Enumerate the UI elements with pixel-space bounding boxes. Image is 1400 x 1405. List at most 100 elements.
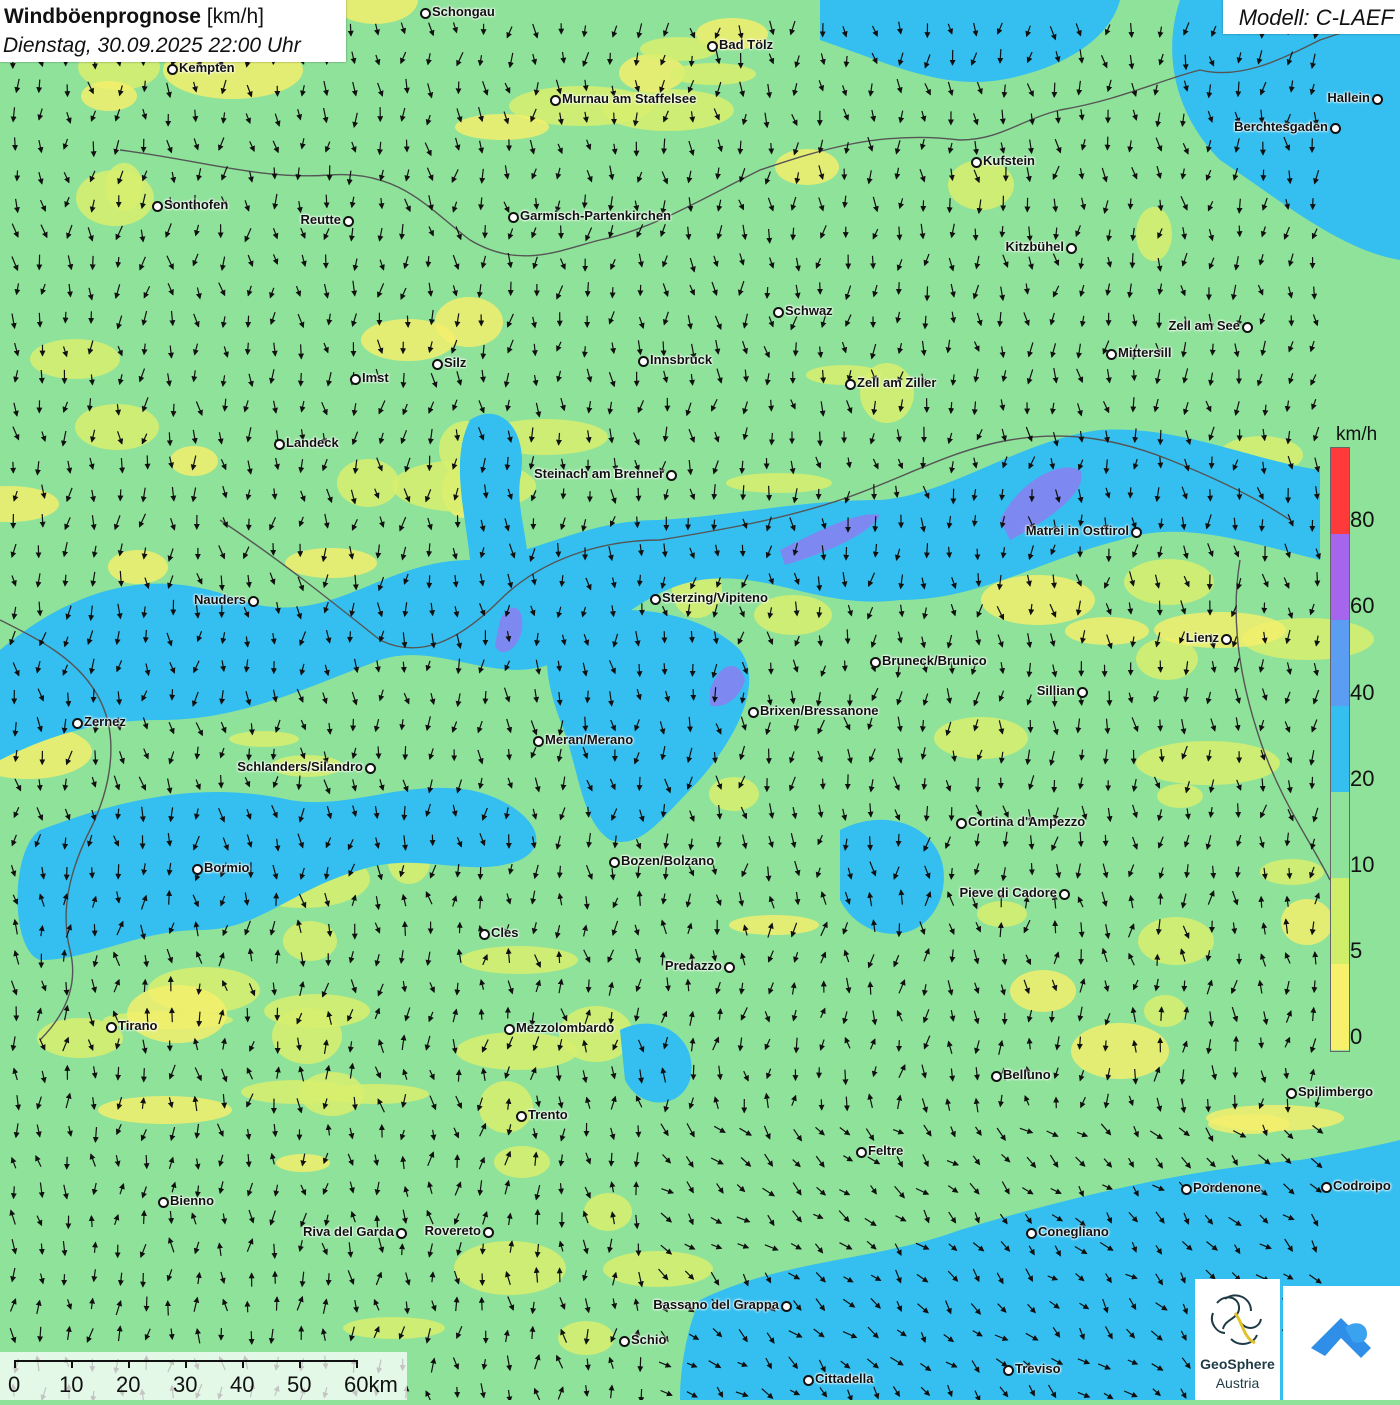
city-marker[interactable]: [274, 439, 285, 450]
city-marker[interactable]: [72, 718, 83, 729]
city-marker[interactable]: [1003, 1365, 1014, 1376]
wind-arrow: [637, 517, 638, 528]
city-marker[interactable]: [1242, 322, 1253, 333]
low-wind-patch: [1138, 917, 1214, 965]
city-marker[interactable]: [781, 1301, 792, 1312]
city-marker[interactable]: [619, 1336, 630, 1347]
city-marker[interactable]: [1372, 94, 1383, 105]
city-marker[interactable]: [1286, 1088, 1297, 1099]
wind-arrow: [173, 404, 174, 416]
city-marker[interactable]: [483, 1227, 494, 1238]
low-wind-patch: [229, 731, 299, 747]
city-marker[interactable]: [533, 736, 544, 747]
city-marker[interactable]: [773, 307, 784, 318]
low-wind-patch: [1124, 559, 1214, 605]
wind-arrow: [950, 198, 951, 212]
city-marker[interactable]: [748, 707, 759, 718]
city-marker[interactable]: [991, 1071, 1002, 1082]
city-marker[interactable]: [158, 1197, 169, 1208]
city-marker[interactable]: [504, 1024, 515, 1035]
wind-arrow: [845, 1070, 846, 1085]
city-label: Pordenone: [1193, 1180, 1261, 1195]
city-marker[interactable]: [845, 379, 856, 390]
geosphere-logo[interactable]: GeoSphere Austria: [1195, 1279, 1280, 1400]
city-marker[interactable]: [365, 763, 376, 774]
low-wind-patch: [455, 114, 549, 140]
city-marker[interactable]: [420, 8, 431, 19]
wind-arrow: [1134, 370, 1135, 380]
city-marker[interactable]: [971, 157, 982, 168]
app-logo[interactable]: [1283, 1286, 1400, 1400]
legend-tick-label: 40: [1350, 680, 1374, 706]
wind-arrow: [1287, 1099, 1288, 1112]
city-marker[interactable]: [609, 857, 620, 868]
city-marker[interactable]: [550, 95, 561, 106]
wind-arrow: [823, 779, 824, 789]
legend-tick-label: 60: [1350, 593, 1374, 619]
low-wind-patch: [558, 1321, 614, 1355]
wind-arrow: [485, 691, 486, 704]
map-title: Windböenprognose [km/h]: [4, 5, 264, 29]
city-marker[interactable]: [1181, 1184, 1192, 1195]
city-marker[interactable]: [1077, 687, 1088, 698]
city-label: Landeck: [286, 435, 339, 450]
legend-tick-label: 80: [1350, 507, 1374, 533]
wind-arrow: [1317, 572, 1318, 586]
city-marker[interactable]: [1066, 243, 1077, 254]
city-marker[interactable]: [724, 962, 735, 973]
scale-tick: [356, 1360, 358, 1368]
wind-arrow: [17, 170, 18, 180]
low-wind-patch: [343, 1317, 445, 1339]
wind-arrow: [977, 549, 978, 560]
logo-line1: GeoSphere: [1195, 1356, 1280, 1372]
city-marker[interactable]: [432, 359, 443, 370]
city-marker[interactable]: [350, 374, 361, 385]
city-marker[interactable]: [638, 356, 649, 367]
scale-label: 60km: [344, 1372, 398, 1398]
city-marker[interactable]: [856, 1147, 867, 1158]
wind-arrow: [378, 746, 379, 758]
city-label: Tirano: [118, 1018, 158, 1033]
wind-arrow: [975, 229, 976, 240]
city-marker[interactable]: [479, 929, 490, 940]
wind-arrow: [1054, 780, 1055, 792]
city-marker[interactable]: [1221, 634, 1232, 645]
city-marker[interactable]: [343, 216, 354, 227]
scale-tick: [242, 1360, 244, 1368]
city-marker[interactable]: [956, 818, 967, 829]
city-marker[interactable]: [248, 596, 259, 607]
city-marker[interactable]: [1059, 889, 1070, 900]
city-label: Bormio: [204, 860, 250, 875]
city-marker[interactable]: [1106, 349, 1117, 360]
wind-arrow: [146, 1297, 147, 1311]
city-label: Meran/Merano: [545, 732, 633, 747]
city-marker[interactable]: [870, 657, 881, 668]
wind-arrow: [1210, 489, 1211, 500]
wind-arrow: [610, 53, 611, 64]
legend-tick-label: 10: [1350, 852, 1374, 878]
city-marker[interactable]: [192, 864, 203, 875]
wind-arrow: [169, 891, 170, 905]
low-wind-patch: [337, 459, 399, 507]
low-wind-patch: [127, 985, 227, 1043]
wind-arrow: [559, 952, 560, 963]
city-marker[interactable]: [666, 470, 677, 481]
city-marker[interactable]: [508, 212, 519, 223]
city-label: Silz: [444, 355, 466, 370]
city-marker[interactable]: [803, 1375, 814, 1386]
wind-arrow: [641, 1389, 642, 1400]
city-marker[interactable]: [106, 1022, 117, 1033]
city-marker[interactable]: [1321, 1182, 1332, 1193]
city-marker[interactable]: [516, 1111, 527, 1122]
wind-arrow: [820, 432, 821, 446]
city-marker[interactable]: [1026, 1228, 1037, 1239]
city-marker[interactable]: [707, 41, 718, 52]
city-marker[interactable]: [1131, 527, 1142, 538]
city-marker[interactable]: [396, 1228, 407, 1239]
city-marker[interactable]: [1330, 123, 1341, 134]
city-marker[interactable]: [152, 201, 163, 212]
city-marker[interactable]: [650, 594, 661, 605]
city-marker[interactable]: [167, 64, 178, 75]
low-wind-patch: [479, 1081, 533, 1133]
wind-arrow: [1157, 955, 1158, 966]
